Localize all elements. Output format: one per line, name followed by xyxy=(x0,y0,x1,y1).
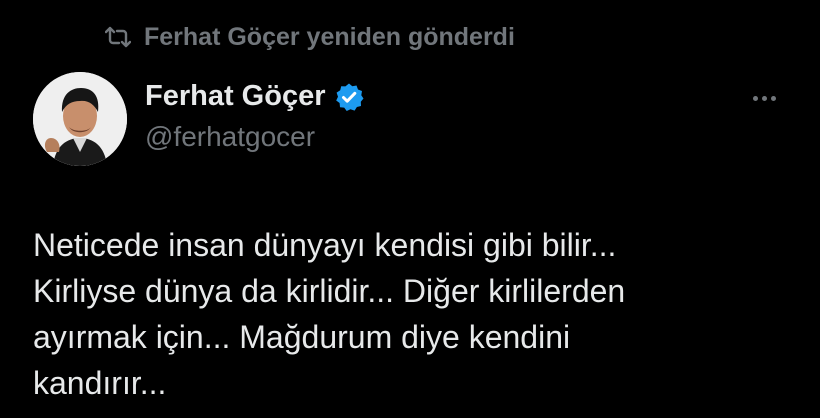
tweet-line: Kirliyse dünya da kirlidir... Diğer kirl… xyxy=(33,273,626,309)
repost-indicator[interactable]: Ferhat Göçer yeniden gönderdi xyxy=(104,20,515,54)
tweet-text: Neticede insan dünyayı kendisi gibi bili… xyxy=(33,222,793,406)
more-options-button[interactable] xyxy=(744,86,784,110)
tweet-line: ayırmak için... Mağdurum diye kendini xyxy=(33,319,571,355)
repost-icon xyxy=(104,23,132,51)
verified-badge-icon xyxy=(334,82,364,112)
tweet-line: Neticede insan dünyayı kendisi gibi bili… xyxy=(33,227,617,263)
tweet-line: kandırır... xyxy=(33,365,167,401)
more-icon xyxy=(752,95,758,101)
more-icon-dot xyxy=(761,95,767,101)
author-handle[interactable]: @ferhatgocer xyxy=(145,121,315,153)
repost-label: Ferhat Göçer yeniden gönderdi xyxy=(144,22,515,51)
avatar[interactable] xyxy=(33,72,127,166)
more-icon-dot xyxy=(770,95,776,101)
author-row: Ferhat Göçer xyxy=(145,80,364,113)
author-name[interactable]: Ferhat Göçer xyxy=(145,80,326,113)
